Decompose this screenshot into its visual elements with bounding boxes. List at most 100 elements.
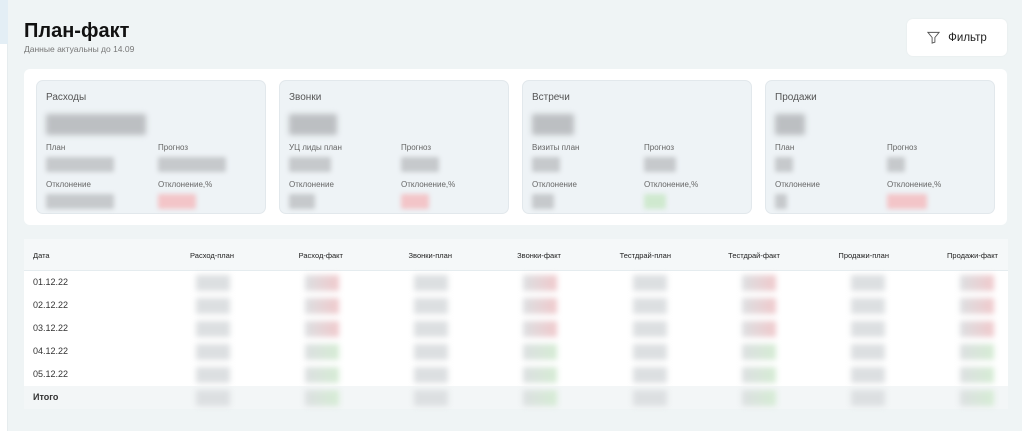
value-cell	[633, 275, 667, 291]
plan-label: Визиты план	[532, 143, 580, 152]
column-header[interactable]: Звонки-факт	[517, 251, 561, 260]
value-cell	[305, 275, 339, 291]
value-cell	[851, 390, 885, 406]
summary-card-2: Встречи Визиты план Прогноз Отклонение О…	[522, 80, 752, 214]
value-cell	[414, 275, 448, 291]
deviation-value	[289, 194, 315, 209]
value-cell	[523, 298, 557, 314]
card-title: Продажи	[775, 92, 817, 103]
deviation-value	[532, 194, 554, 209]
value-cell	[633, 298, 667, 314]
deviation-label: Отклонение	[775, 180, 820, 189]
column-header[interactable]: Расход-план	[190, 251, 234, 260]
value-cell	[633, 344, 667, 360]
value-cell	[960, 275, 994, 291]
card-total-value	[289, 114, 337, 135]
deviation-label: Отклонение	[532, 180, 577, 189]
deviation-value	[46, 194, 114, 209]
column-header[interactable]: Продажи-план	[838, 251, 889, 260]
plan-value	[46, 157, 114, 172]
row-date: 02.12.22	[33, 300, 69, 310]
forecast-label: Прогноз	[644, 143, 675, 152]
value-cell	[742, 344, 776, 360]
filter-icon	[927, 31, 941, 44]
forecast-value	[644, 157, 676, 172]
value-cell	[633, 321, 667, 337]
column-header[interactable]: Продажи-факт	[947, 251, 998, 260]
card-total-value	[775, 114, 805, 135]
forecast-value	[401, 157, 439, 172]
main-content: План-факт Данные актуальны до 14.09 Филь…	[8, 0, 1022, 431]
data-date-note: Данные актуальны до 14.09	[24, 44, 135, 54]
sidebar	[0, 0, 8, 431]
filter-label: Фильтр	[948, 31, 987, 44]
deviation-percent-value	[158, 194, 196, 209]
value-cell	[742, 275, 776, 291]
plan-label: План	[775, 143, 795, 152]
value-cell	[851, 298, 885, 314]
summary-panel: Расходы План Прогноз Отклонение Отклонен…	[24, 69, 1007, 225]
deviation-percent-value	[401, 194, 429, 209]
value-cell	[742, 390, 776, 406]
card-title: Звонки	[289, 92, 322, 103]
column-header[interactable]: Дата	[33, 251, 50, 260]
summary-card-0: Расходы План Прогноз Отклонение Отклонен…	[36, 80, 266, 214]
deviation-percent-label: Отклонение,%	[158, 180, 213, 189]
value-cell	[196, 344, 230, 360]
value-cell	[414, 298, 448, 314]
value-cell	[196, 275, 230, 291]
deviation-label: Отклонение	[46, 180, 91, 189]
plan-value	[775, 157, 793, 172]
value-cell	[742, 367, 776, 383]
value-cell	[414, 321, 448, 337]
card-total-value	[532, 114, 574, 135]
column-header[interactable]: Расход-факт	[299, 251, 343, 260]
value-cell	[523, 344, 557, 360]
deviation-percent-label: Отклонение,%	[401, 180, 456, 189]
deviation-percent-value	[887, 194, 927, 209]
value-cell	[851, 367, 885, 383]
forecast-value	[158, 157, 226, 172]
value-cell	[851, 321, 885, 337]
value-cell	[742, 321, 776, 337]
value-cell	[196, 321, 230, 337]
table-row: 04.12.22	[24, 340, 1008, 363]
value-cell	[414, 344, 448, 360]
value-cell	[851, 275, 885, 291]
column-header[interactable]: Тестдрай-план	[620, 251, 671, 260]
forecast-label: Прогноз	[401, 143, 432, 152]
value-cell	[960, 344, 994, 360]
card-title: Встречи	[532, 92, 570, 103]
value-cell	[196, 367, 230, 383]
forecast-value	[887, 157, 905, 172]
value-cell	[523, 321, 557, 337]
value-cell	[305, 321, 339, 337]
table-row: 03.12.22	[24, 317, 1008, 340]
card-title: Расходы	[46, 92, 87, 103]
row-date: Итого	[33, 392, 59, 402]
plan-fact-table: Дата Расход-план Расход-факт Звонки-план Зво…	[24, 239, 1008, 409]
deviation-label: Отклонение	[289, 180, 334, 189]
value-cell	[414, 367, 448, 383]
value-cell	[196, 390, 230, 406]
column-header[interactable]: Тестдрай-факт	[728, 251, 780, 260]
value-cell	[305, 298, 339, 314]
row-date: 05.12.22	[33, 369, 69, 379]
summary-card-1: Звонки УЦ лиды план Прогноз Отклонение О…	[279, 80, 509, 214]
value-cell	[196, 298, 230, 314]
filter-button[interactable]: Фильтр	[907, 19, 1007, 56]
sidebar-active-item[interactable]	[0, 0, 8, 44]
deviation-percent-label: Отклонение,%	[644, 180, 699, 189]
plan-label: УЦ лиды план	[289, 143, 342, 152]
row-date: 04.12.22	[33, 346, 69, 356]
table-row: 02.12.22	[24, 294, 1008, 317]
deviation-percent-value	[644, 194, 666, 209]
value-cell	[960, 298, 994, 314]
value-cell	[851, 344, 885, 360]
plan-value	[289, 157, 331, 172]
forecast-label: Прогноз	[158, 143, 189, 152]
value-cell	[633, 367, 667, 383]
column-header[interactable]: Звонки-план	[409, 251, 452, 260]
value-cell	[305, 367, 339, 383]
row-date: 01.12.22	[33, 277, 69, 287]
